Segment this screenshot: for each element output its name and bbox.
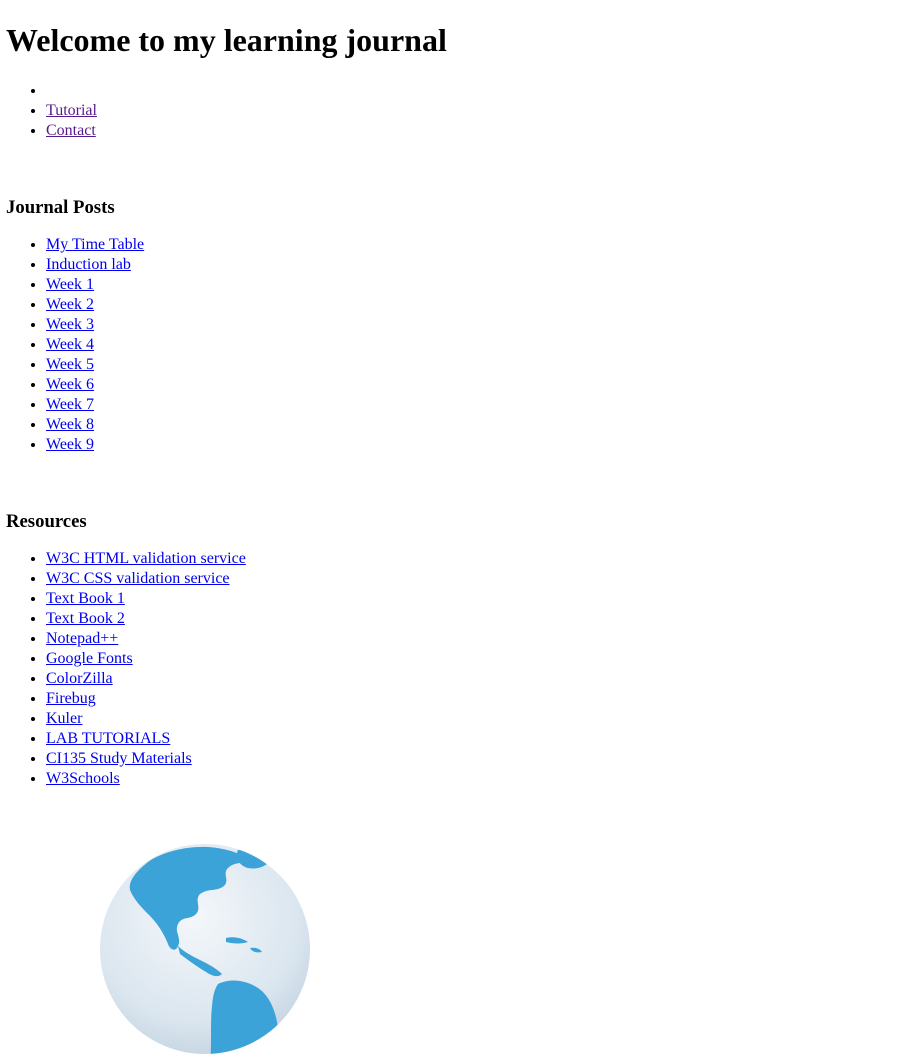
resource-link-google-fonts[interactable]: Google Fonts: [46, 650, 133, 667]
post-link-week-7[interactable]: Week 7: [46, 396, 94, 413]
list-item: LAB TUTORIALS: [46, 729, 914, 749]
resources-list: W3C HTML validation service W3C CSS vali…: [6, 549, 914, 789]
resource-link-w3schools[interactable]: W3Schools: [46, 770, 120, 787]
resource-link-text-book-1[interactable]: Text Book 1: [46, 590, 125, 607]
nav-item-empty: [46, 81, 914, 101]
post-link-time-table[interactable]: My Time Table: [46, 236, 144, 253]
resource-link-notepad[interactable]: Notepad++: [46, 630, 118, 647]
journal-posts-heading: Journal Posts: [6, 197, 115, 218]
list-item: W3C CSS validation service: [46, 569, 914, 589]
post-link-week-9[interactable]: Week 9: [46, 436, 94, 453]
resource-link-text-book-2[interactable]: Text Book 2: [46, 610, 125, 627]
list-item: Notepad++: [46, 629, 914, 649]
post-link-week-8[interactable]: Week 8: [46, 416, 94, 433]
list-item: Week 5: [46, 355, 914, 375]
post-link-week-1[interactable]: Week 1: [46, 276, 94, 293]
list-item: Week 6: [46, 375, 914, 395]
top-nav: Tutorial Contact: [6, 81, 914, 141]
list-item: Week 3: [46, 315, 914, 335]
list-item: Text Book 2: [46, 609, 914, 629]
list-item: Week 9: [46, 435, 914, 455]
list-item: Firebug: [46, 689, 914, 709]
list-item: Week 1: [46, 275, 914, 295]
post-link-week-4[interactable]: Week 4: [46, 336, 94, 353]
list-item: W3C HTML validation service: [46, 549, 914, 569]
list-item: ColorZilla: [46, 669, 914, 689]
page: Welcome to my learning journal Tutorial …: [0, 22, 920, 789]
list-item: Week 7: [46, 395, 914, 415]
list-item: Kuler: [46, 709, 914, 729]
post-link-week-2[interactable]: Week 2: [46, 296, 94, 313]
resource-link-w3c-css[interactable]: W3C CSS validation service: [46, 570, 230, 587]
nav-link-tutorial[interactable]: Tutorial: [46, 102, 97, 119]
list-item: Text Book 1: [46, 589, 914, 609]
list-item: CI135 Study Materials: [46, 749, 914, 769]
post-link-week-3[interactable]: Week 3: [46, 316, 94, 333]
nav-item-tutorial: Tutorial: [46, 101, 914, 121]
post-link-week-6[interactable]: Week 6: [46, 376, 94, 393]
list-item: Week 2: [46, 295, 914, 315]
resource-link-firebug[interactable]: Firebug: [46, 690, 96, 707]
nav-item-contact: Contact: [46, 121, 914, 141]
resource-link-w3c-html[interactable]: W3C HTML validation service: [46, 550, 246, 567]
resource-link-lab-tutorials[interactable]: LAB TUTORIALS: [46, 730, 170, 747]
globe-image: [100, 844, 310, 1054]
nav-link-contact[interactable]: Contact: [46, 122, 96, 139]
list-item: W3Schools: [46, 769, 914, 789]
list-item: Week 8: [46, 415, 914, 435]
resource-link-ci135[interactable]: CI135 Study Materials: [46, 750, 192, 767]
page-title: Welcome to my learning journal: [6, 22, 447, 58]
globe-icon: [100, 844, 310, 1054]
post-link-induction-lab[interactable]: Induction lab: [46, 256, 131, 273]
list-item: My Time Table: [46, 235, 914, 255]
resources-heading: Resources: [6, 511, 87, 532]
resource-link-colorzilla[interactable]: ColorZilla: [46, 670, 113, 687]
list-item: Week 4: [46, 335, 914, 355]
resource-link-kuler[interactable]: Kuler: [46, 710, 82, 727]
journal-posts-list: My Time Table Induction lab Week 1 Week …: [6, 235, 914, 455]
list-item: Induction lab: [46, 255, 914, 275]
list-item: Google Fonts: [46, 649, 914, 669]
post-link-week-5[interactable]: Week 5: [46, 356, 94, 373]
